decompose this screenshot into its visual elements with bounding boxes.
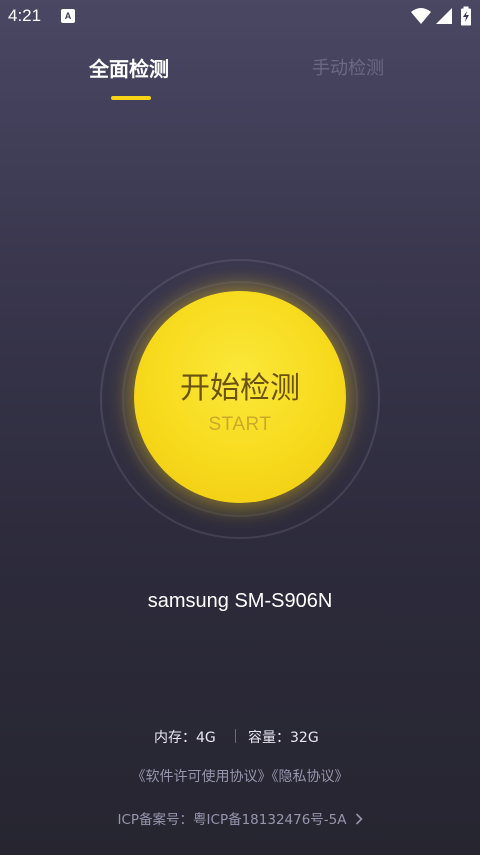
privacy-agreement-link[interactable]: 《隐私协议》 xyxy=(272,769,349,785)
status-time: 4:21 xyxy=(8,6,42,25)
license-agreement-link[interactable]: 《软件许可使用协议》 xyxy=(132,769,272,785)
start-button-label: 开始检测 xyxy=(180,371,300,406)
memory-spec: 内存：4G xyxy=(154,730,216,746)
notification-icon: A xyxy=(61,9,75,23)
signal-icon xyxy=(436,8,452,24)
device-name: samsung SM-S906N xyxy=(147,590,333,612)
spec-divider xyxy=(235,729,236,743)
battery-icon xyxy=(461,6,471,26)
tab-manual-scan[interactable]: 手动检测 xyxy=(312,55,392,83)
agreement-links: 《软件许可使用协议》《隐私协议》 xyxy=(0,766,480,786)
chevron-right-icon xyxy=(355,813,363,825)
wifi-icon xyxy=(411,8,431,24)
start-scan-button[interactable]: 开始检测 START xyxy=(134,291,346,503)
start-button-sublabel: START xyxy=(208,414,272,435)
tab-full-scan[interactable]: 全面检测 xyxy=(89,55,175,83)
active-tab-indicator xyxy=(111,96,151,100)
status-bar: 4:21 A xyxy=(0,0,480,34)
icp-text: ICP备案号：粤ICP备18132476号-5A xyxy=(117,812,347,828)
icp-record-link[interactable]: ICP备案号：粤ICP备18132476号-5A xyxy=(0,808,480,828)
storage-spec: 容量：32G xyxy=(248,730,319,746)
device-specs: 内存：4G 容量：32G xyxy=(0,727,480,747)
